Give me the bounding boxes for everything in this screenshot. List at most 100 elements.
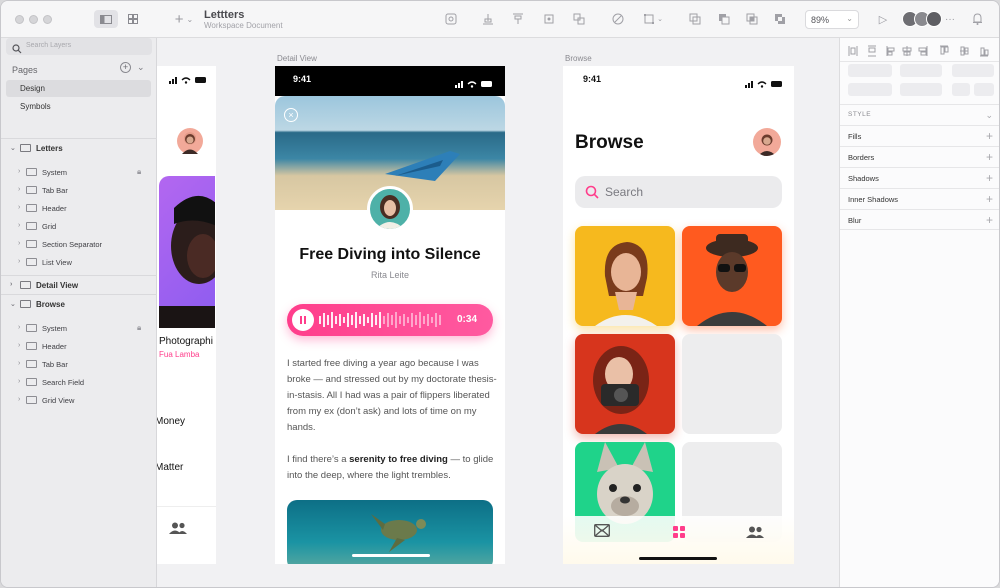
inner-shadows-section[interactable]: Inner Shadows +: [840, 188, 999, 209]
chevron-right-icon[interactable]: ›: [18, 258, 20, 265]
lock-icon[interactable]: 🔒︎: [137, 167, 141, 177]
photography-card-image[interactable]: [159, 176, 216, 328]
chevron-right-icon[interactable]: ›: [10, 281, 12, 288]
chevron-right-icon[interactable]: ›: [18, 168, 20, 175]
layer-system[interactable]: › System 🔒︎: [1, 163, 157, 181]
minimize-window-button[interactable]: [29, 15, 38, 24]
canvas[interactable]: Photographi Fua Lamba Money Matter Detai…: [157, 38, 839, 587]
blur-section[interactable]: Blur +: [840, 209, 999, 230]
symbol-icon[interactable]: [444, 10, 458, 28]
page-item-symbols[interactable]: Symbols: [6, 98, 151, 115]
audio-player[interactable]: 0:34: [287, 304, 493, 336]
status-signal-icons: [745, 75, 785, 93]
width-field[interactable]: [848, 83, 892, 96]
artboard-letters[interactable]: Photographi Fua Lamba Money Matter: [157, 66, 216, 564]
subtract-icon[interactable]: [717, 10, 731, 28]
lock-ratio-toggle[interactable]: [952, 83, 970, 96]
layer-list-view[interactable]: › List View: [1, 253, 157, 271]
zoom-window-button[interactable]: [43, 15, 52, 24]
browse-grid-tab-icon[interactable]: [673, 525, 685, 543]
edit-pen-icon[interactable]: [611, 10, 625, 28]
x-position-field[interactable]: [848, 64, 892, 77]
artboard-browse[interactable]: 9:41 Browse Search: [563, 66, 794, 564]
frame-icon[interactable]: [542, 10, 556, 28]
chevron-down-icon[interactable]: ⌄: [10, 300, 16, 308]
union-icon[interactable]: [688, 10, 702, 28]
layer-tab-bar[interactable]: › Tab Bar: [1, 355, 157, 373]
align-top-icon[interactable]: [511, 10, 525, 28]
zoom-select[interactable]: 89% ⌄: [805, 10, 859, 29]
search-placeholder: Search Layers: [26, 42, 72, 49]
grid-view-icon[interactable]: [124, 10, 142, 28]
people-tab-icon[interactable]: [746, 525, 764, 543]
grid-tile-photo[interactable]: [575, 226, 675, 326]
layer-tab-bar[interactable]: › Tab Bar: [1, 181, 157, 199]
align-bottom-icon[interactable]: [481, 10, 495, 28]
rotation-field[interactable]: [952, 64, 994, 77]
chevron-right-icon[interactable]: ›: [18, 360, 20, 367]
profile-avatar[interactable]: [753, 128, 781, 156]
y-position-field[interactable]: [900, 64, 942, 77]
artboard-detail-view[interactable]: 9:41 × Free Diving into Silence Rita Lei…: [275, 66, 505, 564]
collaborator-avatar[interactable]: [926, 11, 942, 27]
waveform[interactable]: [319, 310, 449, 330]
add-shadow-icon[interactable]: +: [986, 171, 993, 185]
sidebar-toggle-icon[interactable]: [94, 10, 118, 28]
difference-icon[interactable]: [773, 10, 787, 28]
more-icon[interactable]: ···: [943, 10, 957, 28]
close-window-button[interactable]: [15, 15, 24, 24]
chevron-right-icon[interactable]: ›: [18, 186, 20, 193]
author-avatar[interactable]: [367, 186, 413, 232]
chevron-right-icon[interactable]: ›: [18, 204, 20, 211]
add-page-icon[interactable]: +: [120, 62, 131, 73]
artboard-row-letters[interactable]: ⌄ Letters: [1, 139, 157, 157]
borders-section[interactable]: Borders +: [840, 146, 999, 167]
height-field[interactable]: [900, 83, 942, 96]
grid-tile-photo[interactable]: [575, 334, 675, 434]
add-blur-icon[interactable]: +: [986, 213, 993, 227]
layer-header[interactable]: › Header: [1, 199, 157, 217]
chevron-down-icon[interactable]: ⌄: [985, 110, 993, 121]
grid-tile-photo[interactable]: [682, 226, 782, 326]
shadows-section[interactable]: Shadows +: [840, 167, 999, 188]
flip-toggle[interactable]: [974, 83, 994, 96]
notification-bell-icon[interactable]: [970, 10, 984, 28]
chevron-down-icon[interactable]: ⌄: [137, 62, 145, 73]
add-fill-icon[interactable]: +: [986, 129, 993, 143]
intersect-icon[interactable]: [745, 10, 759, 28]
search-field[interactable]: Search: [575, 176, 782, 208]
style-section-header[interactable]: STYLE ⌄: [840, 104, 999, 125]
play-icon[interactable]: ▷: [877, 10, 889, 28]
resize-icon[interactable]: ⌄: [642, 10, 664, 28]
profile-avatar[interactable]: [177, 128, 203, 154]
people-tab-icon[interactable]: [169, 521, 187, 539]
grid-tile-placeholder[interactable]: [682, 334, 782, 434]
add-inner-shadow-icon[interactable]: +: [986, 192, 993, 206]
layer-grid[interactable]: › Grid: [1, 217, 157, 235]
chevron-right-icon[interactable]: ›: [18, 240, 20, 247]
layer-label: List View: [42, 258, 72, 267]
add-border-icon[interactable]: +: [986, 150, 993, 164]
artboard-row-detail-view[interactable]: › Detail View: [1, 276, 157, 294]
layer-section-separator[interactable]: › Section Separator: [1, 235, 157, 253]
layer-search-input[interactable]: Search Layers: [6, 38, 152, 55]
lock-icon[interactable]: 🔒︎: [137, 323, 141, 333]
insert-plus-icon[interactable]: + ⌄: [171, 10, 197, 28]
chevron-right-icon[interactable]: ›: [18, 396, 20, 403]
artboard-row-browse[interactable]: ⌄ Browse: [1, 295, 157, 313]
group-icon[interactable]: [572, 10, 586, 28]
chevron-right-icon[interactable]: ›: [18, 342, 20, 349]
chevron-down-icon[interactable]: ⌄: [10, 144, 16, 152]
page-item-design[interactable]: Design: [6, 80, 151, 97]
chevron-right-icon[interactable]: ›: [18, 324, 20, 331]
layer-grid-view[interactable]: › Grid View: [1, 391, 157, 409]
layer-system[interactable]: › System 🔒︎: [1, 319, 157, 337]
pause-button[interactable]: [292, 309, 314, 331]
chevron-right-icon[interactable]: ›: [18, 378, 20, 385]
layer-search-field[interactable]: › Search Field: [1, 373, 157, 391]
chevron-right-icon[interactable]: ›: [18, 222, 20, 229]
close-icon[interactable]: ×: [284, 108, 298, 122]
layer-header[interactable]: › Header: [1, 337, 157, 355]
letters-tab-icon[interactable]: [594, 524, 610, 542]
fills-section[interactable]: Fills +: [840, 125, 999, 146]
